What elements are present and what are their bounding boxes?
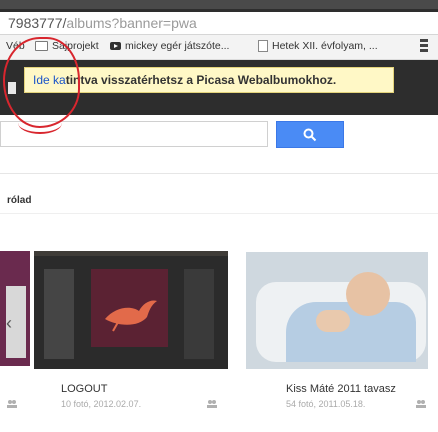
page-icon xyxy=(258,40,268,52)
thumbnail-toolbar xyxy=(34,251,228,256)
browser-top-bar xyxy=(0,0,438,12)
bookmark-item[interactable]: Hetek XII. évfolyam, ... xyxy=(258,40,378,52)
notice-text: tintva visszatérhetsz a Picasa Webalbumo… xyxy=(65,73,337,87)
album-meta: 10 fotó, 2012.02.07. xyxy=(61,399,142,409)
photo-baby-face xyxy=(346,272,390,316)
album-thumbnail-partial[interactable]: ‹ xyxy=(0,251,30,366)
people-icon xyxy=(207,400,217,408)
annotation-stroke xyxy=(18,112,62,134)
thumbnail-logo-tile xyxy=(91,269,168,347)
bookmark-label: mickey egér játszóte... xyxy=(125,40,230,52)
photo-blanket xyxy=(286,302,416,362)
album-title[interactable]: Kiss Máté 2011 tavasz xyxy=(286,383,396,395)
thumbnail-content xyxy=(44,269,74,359)
chevron-left-icon: ‹ xyxy=(6,313,12,333)
youtube-icon xyxy=(110,42,121,50)
people-icon xyxy=(7,400,17,408)
bookmark-label: Hetek XII. évfolyam, ... xyxy=(272,40,378,52)
bookmarks-more-icon[interactable] xyxy=(417,38,431,54)
search-icon xyxy=(303,128,317,141)
photo-baby-hand xyxy=(316,310,350,332)
address-bar[interactable]: 7983777/albums?banner=pwa xyxy=(0,12,438,35)
url-prefix: 7983777/ xyxy=(8,15,67,31)
divider xyxy=(0,173,438,174)
url-path: albums?banner=pwa xyxy=(66,15,197,31)
album-thumbnail[interactable] xyxy=(34,251,228,369)
people-icon xyxy=(416,400,426,408)
url-text[interactable]: 7983777/albums?banner=pwa xyxy=(8,15,197,31)
album-thumbnail[interactable] xyxy=(246,252,428,369)
divider xyxy=(0,213,438,214)
album-meta: 54 fotó, 2011.05.18. xyxy=(286,399,366,409)
bookmark-item[interactable]: mickey egér játszóte... xyxy=(110,40,229,52)
album-title[interactable]: LOGOUT xyxy=(61,383,107,395)
thumbnail-content xyxy=(184,269,214,359)
section-label: rólad xyxy=(7,195,32,206)
bird-logo-icon xyxy=(105,300,157,332)
search-button[interactable] xyxy=(276,121,344,148)
